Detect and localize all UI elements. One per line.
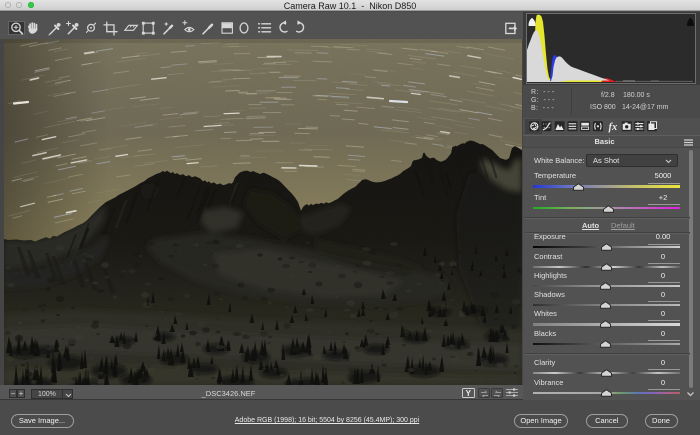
svg-text:fx: fx [609,122,618,133]
